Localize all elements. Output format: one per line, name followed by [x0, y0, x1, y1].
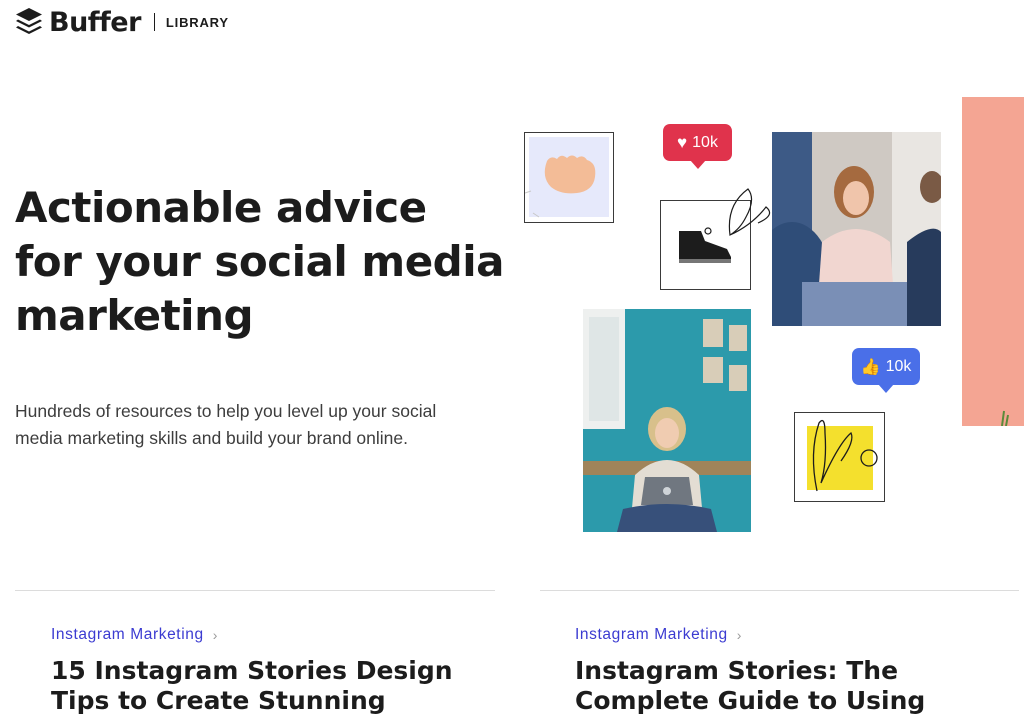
yellow-square-illustration — [807, 419, 878, 492]
doodle-leaf-icon — [728, 188, 771, 236]
article-category-link[interactable]: Instagram Marketing › — [575, 626, 1015, 644]
header-divider — [153, 13, 155, 31]
hero-collage: ♥ 10k 👍 10k — [510, 90, 1024, 540]
heart-like-badge: ♥ 10k — [663, 124, 732, 169]
article-title[interactable]: Instagram Stories: The Complete Guide to… — [575, 656, 1015, 716]
yellow-square-frame — [794, 412, 885, 502]
buffer-logo-icon[interactable] — [15, 7, 43, 37]
article-category-label[interactable]: Instagram Marketing — [51, 626, 204, 644]
article-title[interactable]: 15 Instagram Stories Design Tips to Crea… — [51, 656, 491, 716]
site-header: Buffer LIBRARY — [15, 6, 229, 38]
hand-illustration — [524, 137, 609, 218]
woman-at-meeting-photo — [772, 132, 941, 326]
hand-illustration-frame — [524, 132, 614, 223]
article-category-link[interactable]: Instagram Marketing › — [51, 626, 491, 644]
article-divider-right — [540, 590, 1019, 591]
chevron-right-icon: › — [736, 627, 742, 643]
heart-icon: ♥ — [677, 132, 688, 152]
hero-title: Actionable advice for your social media … — [15, 183, 505, 340]
article-category-label[interactable]: Instagram Marketing — [575, 626, 728, 644]
brand-name[interactable]: Buffer — [49, 7, 141, 38]
thumbs-up-icon: 👍 — [860, 358, 881, 376]
article-divider-left — [15, 590, 495, 591]
article-card[interactable]: Instagram Marketing › 15 Instagram Stori… — [51, 626, 491, 716]
woman-with-laptop-photo — [583, 309, 751, 532]
hero-subtitle: Hundreds of resources to help you level … — [15, 401, 437, 448]
section-label[interactable]: LIBRARY — [166, 15, 229, 30]
heart-count: 10k — [692, 133, 718, 151]
thumbs-up-count: 10k — [885, 357, 912, 375]
chevron-right-icon: › — [212, 627, 218, 643]
peach-panel — [962, 97, 1024, 426]
thumbs-up-like-badge: 👍 10k — [852, 348, 920, 393]
article-card[interactable]: Instagram Marketing › Instagram Stories:… — [575, 626, 1015, 716]
